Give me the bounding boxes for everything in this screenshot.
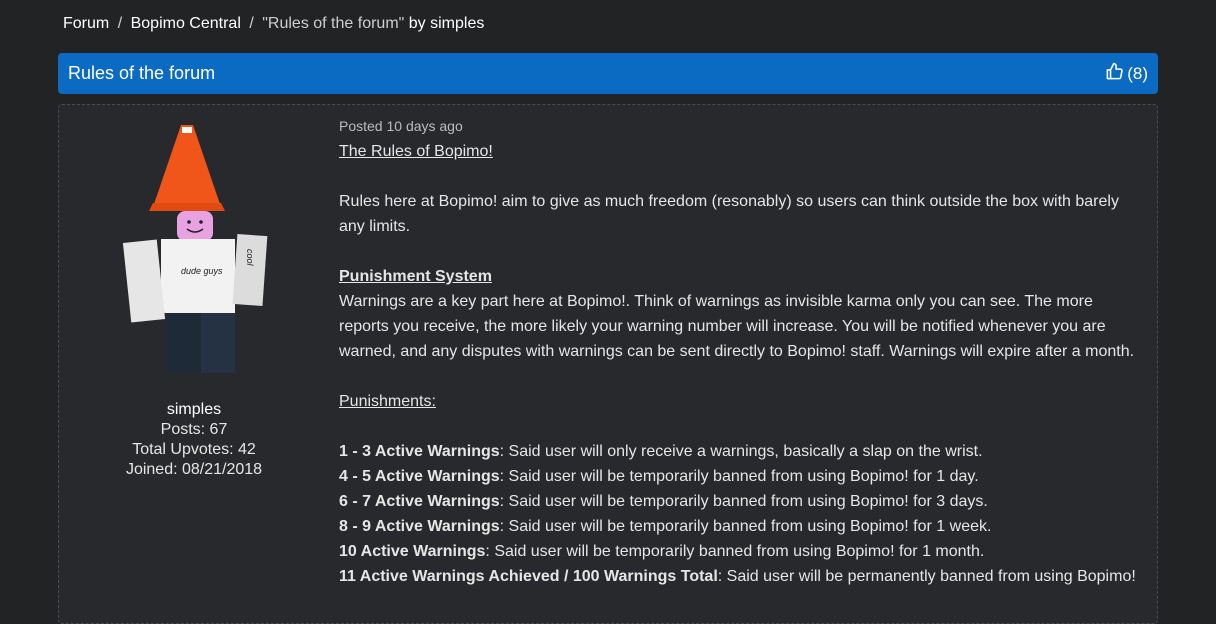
post-content: Posted 10 days ago The Rules of Bopimo! …: [339, 117, 1139, 589]
breadcrumb-forum-link[interactable]: Forum: [63, 15, 109, 32]
upvote-button[interactable]: (8): [1105, 62, 1148, 86]
punishment-item: 10 Active Warnings: Said user will be te…: [339, 543, 985, 560]
author-joined: Joined: 08/21/2018: [125, 461, 263, 478]
punishment-item: 1 - 3 Active Warnings: Said user will on…: [339, 443, 983, 460]
shirt-side-text: cool: [245, 249, 255, 267]
thread-title-bar: Rules of the forum (8): [58, 53, 1158, 94]
post-intro: Rules here at Bopimo! aim to give as muc…: [339, 193, 1119, 235]
punishment-item: 11 Active Warnings Achieved / 100 Warnin…: [339, 568, 1136, 585]
breadcrumb: Forum / Bopimo Central / "Rules of the f…: [63, 15, 484, 33]
post-card: dude guys cool simples Posts: 67 Total U…: [58, 104, 1158, 624]
punishment-item: 8 - 9 Active Warnings: Said user will be…: [339, 518, 992, 535]
punishment-system-body: Warnings are a key part here at Bopimo!.…: [339, 293, 1135, 360]
breadcrumb-author: by simples: [408, 15, 485, 32]
breadcrumb-separator: /: [249, 15, 254, 32]
punishment-item: 6 - 7 Active Warnings: Said user will be…: [339, 493, 988, 510]
punishments-heading: Punishments:: [339, 393, 436, 410]
thread-title: Rules of the forum: [68, 63, 216, 83]
breadcrumb-section-link[interactable]: Bopimo Central: [131, 15, 241, 32]
punishment-item: 4 - 5 Active Warnings: Said user will be…: [339, 468, 979, 485]
shirt-front-text: dude guys: [181, 266, 223, 276]
breadcrumb-thread: "Rules of the forum": [262, 15, 405, 32]
author-posts: Posts: 67: [160, 421, 228, 438]
author-username[interactable]: simples: [59, 400, 329, 420]
breadcrumb-separator: /: [117, 15, 123, 32]
post-timestamp: Posted 10 days ago: [339, 118, 463, 134]
post-heading: The Rules of Bopimo!: [339, 143, 493, 160]
upvote-count: (8): [1127, 63, 1148, 83]
avatar[interactable]: dude guys cool: [119, 119, 279, 379]
punishment-system-heading: Punishment System: [339, 268, 492, 285]
author-total-upvotes: Total Upvotes: 42: [132, 441, 256, 458]
author-info: simples Posts: 67 Total Upvotes: 42 Join…: [59, 400, 329, 480]
thumbs-up-icon: [1105, 62, 1124, 86]
